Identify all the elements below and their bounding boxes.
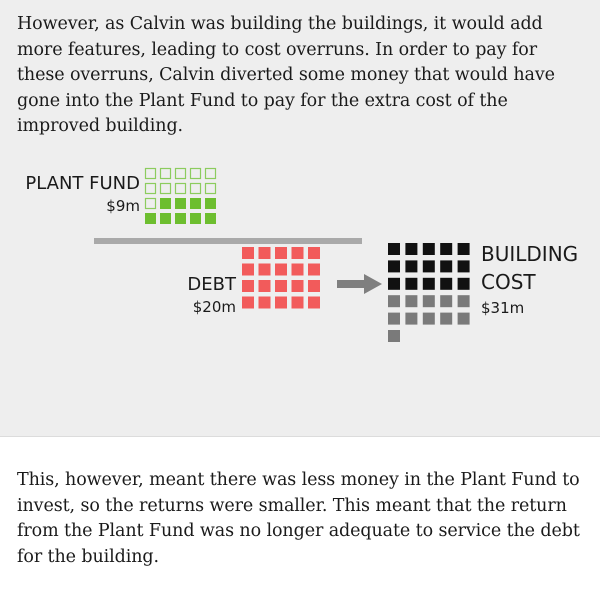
building-cost-amount: $31m — [481, 299, 524, 317]
debt-square — [291, 296, 304, 309]
building-cost-square — [422, 243, 435, 255]
plant-fund-square-empty — [144, 182, 157, 195]
paragraph-before: However, as Calvin was building the buil… — [17, 14, 555, 136]
building-cost-square — [388, 260, 400, 273]
building-cost-square — [422, 277, 435, 290]
debt-square — [308, 280, 320, 292]
plant-fund-square-filled — [190, 198, 201, 209]
plant-fund-squares — [144, 167, 217, 224]
plant-fund-square-empty — [189, 167, 202, 180]
building-cost-squares — [388, 243, 470, 342]
plant-fund-square-filled — [145, 213, 156, 224]
building-cost-square — [422, 260, 435, 273]
building-cost-square-grey — [388, 312, 400, 325]
building-cost-square-grey — [405, 295, 418, 308]
plant-fund-label: PLANT FUND — [25, 173, 140, 194]
debt-amount: $20m — [193, 298, 236, 316]
building-cost-square — [405, 243, 418, 255]
fund-divider-line — [94, 238, 362, 244]
building-cost-square-grey — [457, 312, 470, 325]
debt-label: DEBT — [187, 274, 237, 295]
plant-fund-square-empty — [159, 167, 172, 180]
arrow-icon — [337, 274, 382, 294]
building-cost-square — [440, 277, 453, 290]
plant-fund-square-empty — [144, 167, 157, 180]
plant-fund-square-filled — [160, 198, 171, 209]
plant-fund-amount: $9m — [106, 197, 140, 215]
plant-fund-square-filled — [175, 198, 186, 209]
funding-diagram: PLANT FUND $9m DEBT $20m BUILDING COST $… — [25, 167, 578, 342]
plant-fund-square-empty — [174, 167, 187, 180]
plant-fund-square-empty — [144, 197, 157, 210]
debt-square — [291, 280, 304, 292]
building-cost-square-grey — [388, 330, 400, 342]
debt-square — [308, 296, 320, 309]
debt-square — [258, 280, 271, 292]
plant-fund-square-empty — [189, 182, 202, 195]
debt-square — [275, 280, 287, 292]
building-cost-square-grey — [440, 295, 453, 308]
debt-square — [308, 247, 320, 259]
building-cost-square — [457, 243, 470, 255]
debt-square — [258, 247, 271, 259]
building-cost-label-line1: BUILDING — [481, 242, 578, 266]
debt-square — [242, 296, 254, 309]
building-cost-label-line2: COST — [481, 270, 536, 294]
debt-square — [242, 247, 254, 259]
building-cost-square — [388, 277, 400, 290]
plant-fund-square-empty — [204, 167, 217, 180]
building-cost-square — [457, 277, 470, 290]
plant-fund-square-filled — [205, 213, 216, 224]
building-cost-square — [405, 277, 418, 290]
building-cost-square — [440, 243, 453, 255]
debt-squares — [242, 247, 320, 309]
plant-fund-square-filled — [205, 198, 216, 209]
debt-square — [275, 263, 287, 276]
debt-square — [258, 296, 271, 309]
building-cost-square — [440, 260, 453, 273]
debt-square — [242, 280, 254, 292]
debt-square — [291, 247, 304, 259]
building-cost-square-grey — [405, 312, 418, 325]
building-cost-square — [457, 260, 470, 273]
plant-fund-square-empty — [204, 182, 217, 195]
building-cost-square-grey — [440, 312, 453, 325]
building-cost-square-grey — [422, 295, 435, 308]
debt-square — [275, 247, 287, 259]
debt-square — [275, 296, 287, 309]
building-cost-square-grey — [422, 312, 435, 325]
plant-fund-square-empty — [159, 182, 172, 195]
plant-fund-square-filled — [160, 213, 171, 224]
debt-square — [291, 263, 304, 276]
debt-square — [308, 263, 320, 276]
building-cost-square — [388, 243, 400, 255]
plant-fund-square-empty — [174, 182, 187, 195]
debt-square — [242, 263, 254, 276]
building-cost-square-grey — [457, 295, 470, 308]
plant-fund-square-filled — [175, 213, 186, 224]
plant-fund-square-filled — [190, 213, 201, 224]
building-cost-square-grey — [388, 295, 400, 308]
debt-square — [258, 263, 271, 276]
paragraph-after: This, however, meant there was less mone… — [17, 470, 580, 567]
building-cost-square — [405, 260, 418, 273]
